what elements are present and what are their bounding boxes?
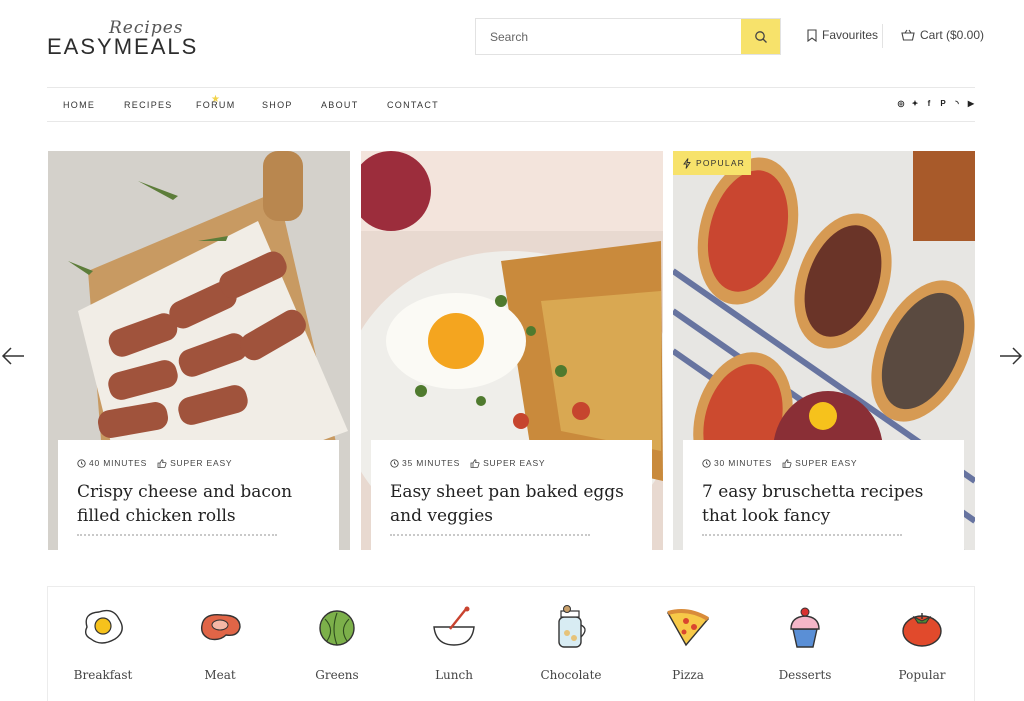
difficulty: SUPER EASY [170, 458, 233, 468]
recipe-meta: 30 MINUTES SUPER EASY [702, 458, 946, 468]
carousel-next-arrow-icon[interactable] [998, 344, 1024, 368]
lightning-icon [683, 157, 691, 169]
category-greens[interactable]: Greens [282, 587, 392, 701]
category-label: Greens [315, 668, 359, 682]
recipe-card[interactable]: POPULAR 30 MINUTES SUPER EASY 7 easy bru… [673, 151, 975, 550]
recipe-excerpt [77, 534, 277, 537]
logo-main: EASYMEALS [47, 34, 199, 59]
recipe-title[interactable]: Easy sheet pan baked eggs and veggies [390, 480, 634, 528]
card-info: 30 MINUTES SUPER EASY 7 easy bruschetta … [683, 440, 964, 550]
logo[interactable]: Recipes EASYMEALS [47, 18, 217, 59]
twitter-icon[interactable]: ✦ [911, 99, 919, 108]
difficulty: SUPER EASY [795, 458, 858, 468]
thumbs-up-icon [470, 458, 480, 468]
nav-about[interactable]: ABOUT [321, 100, 359, 110]
pizza-slice-icon [666, 609, 710, 647]
favourites-link[interactable]: Favourites [807, 28, 878, 42]
bookmark-icon [807, 28, 817, 42]
clock-icon [390, 458, 399, 468]
cook-time: 30 MINUTES [714, 458, 773, 468]
category-desserts[interactable]: Desserts [750, 587, 860, 701]
steak-icon [200, 614, 241, 641]
pinterest-icon[interactable]: P [939, 99, 947, 108]
cabbage-icon [319, 610, 355, 646]
category-label: Meat [204, 668, 236, 682]
thumbs-up-icon [157, 458, 167, 468]
facebook-icon[interactable]: f [925, 99, 933, 108]
category-meat[interactable]: Meat [165, 587, 275, 701]
tomato-icon [902, 613, 942, 647]
recipe-title[interactable]: 7 easy bruschetta recipes that look fanc… [702, 480, 946, 528]
search-button[interactable] [741, 19, 780, 54]
category-label: Lunch [435, 668, 473, 682]
clock-icon [77, 458, 86, 468]
mixing-bowl-icon [433, 606, 475, 646]
favourites-label: Favourites [822, 28, 879, 42]
cook-time: 35 MINUTES [402, 458, 461, 468]
category-breakfast[interactable]: Breakfast [48, 587, 158, 701]
category-label: Chocolate [540, 668, 602, 682]
category-label: Breakfast [73, 668, 133, 682]
category-label: Popular [898, 668, 946, 682]
main-nav: HOME RECIPES ★ FORUM SHOP ABOUT CONTACT … [47, 87, 975, 122]
header-divider [882, 24, 883, 48]
carousel-prev-arrow-icon[interactable] [0, 344, 26, 368]
recipe-title[interactable]: Crispy cheese and bacon filled chicken r… [77, 480, 321, 528]
clock-icon [702, 458, 711, 468]
recipe-card[interactable]: 40 MINUTES SUPER EASY Crispy cheese and … [48, 151, 350, 550]
cart-label: Cart ($0.00) [920, 28, 985, 42]
nav-shop[interactable]: SHOP [262, 100, 293, 110]
category-lunch[interactable]: Lunch [399, 587, 509, 701]
category-pizza[interactable]: Pizza [633, 587, 743, 701]
rss-icon[interactable]: ◝ [953, 99, 961, 108]
category-strip: Breakfast Meat Greens Lunch Chocolate Pi… [47, 586, 975, 701]
social-links: ◎ ✦ f P ◝ ▶ [897, 99, 975, 108]
recipe-meta: 35 MINUTES SUPER EASY [390, 458, 634, 468]
thumbs-up-icon [782, 458, 792, 468]
basket-icon [901, 29, 915, 41]
category-popular[interactable]: Popular [867, 587, 977, 701]
search-icon [754, 30, 767, 43]
card-info: 35 MINUTES SUPER EASY Easy sheet pan bak… [371, 440, 652, 550]
recipe-card[interactable]: 35 MINUTES SUPER EASY Easy sheet pan bak… [361, 151, 663, 550]
category-chocolate[interactable]: Chocolate [516, 587, 626, 701]
category-label: Desserts [778, 668, 832, 682]
nav-forum[interactable]: FORUM [196, 100, 236, 110]
card-info: 40 MINUTES SUPER EASY Crispy cheese and … [58, 440, 339, 550]
instagram-icon[interactable]: ◎ [897, 99, 905, 108]
youtube-icon[interactable]: ▶ [967, 99, 975, 108]
search-bar [475, 18, 781, 55]
badge-label: POPULAR [696, 158, 746, 168]
difficulty: SUPER EASY [483, 458, 546, 468]
cart-link[interactable]: Cart ($0.00) [901, 28, 984, 42]
nav-contact[interactable]: CONTACT [387, 100, 439, 110]
recipe-meta: 40 MINUTES SUPER EASY [77, 458, 321, 468]
category-label: Pizza [672, 668, 704, 682]
chocolate-jar-icon [558, 605, 586, 648]
search-input[interactable] [476, 19, 741, 54]
recipe-excerpt [702, 534, 902, 537]
cook-time: 40 MINUTES [89, 458, 148, 468]
nav-recipes[interactable]: RECIPES [124, 100, 173, 110]
nav-home[interactable]: HOME [63, 100, 95, 110]
cupcake-icon [790, 607, 820, 648]
recipe-excerpt [390, 534, 590, 537]
fried-egg-icon [84, 609, 123, 644]
popular-badge: POPULAR [673, 151, 751, 175]
